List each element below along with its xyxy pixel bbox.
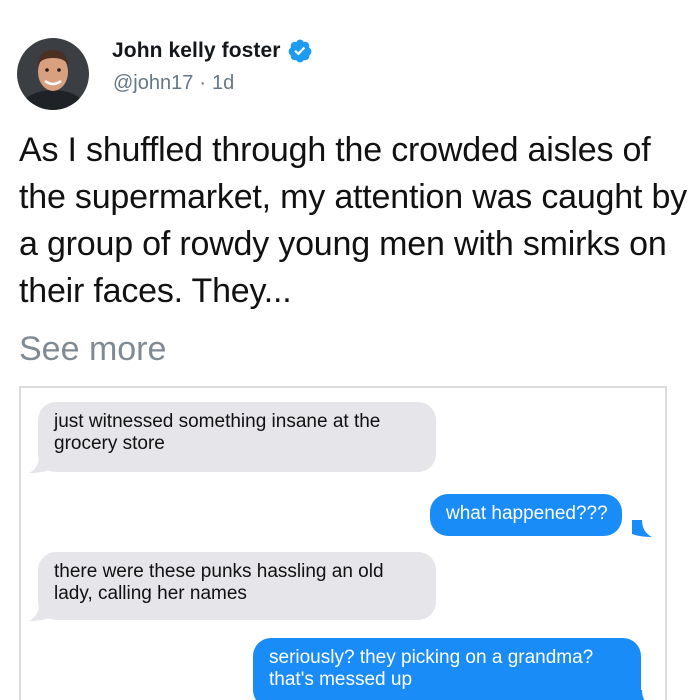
bubble-tail <box>29 456 49 473</box>
message-text: seriously? they picking on a grandma? th… <box>269 647 594 690</box>
message-bubble-incoming: just witnessed something insane at the g… <box>38 402 436 472</box>
post-time[interactable]: 1d <box>212 72 234 95</box>
message-bubble-outgoing: what happened??? <box>430 494 622 536</box>
message-text: there were these punks hassling an old l… <box>54 561 384 604</box>
embedded-chat-screenshot[interactable]: just witnessed something insane at the g… <box>19 386 667 700</box>
avatar-photo-icon <box>17 38 89 110</box>
meta-separator: · <box>199 72 207 94</box>
see-more-link[interactable]: See more <box>19 326 166 373</box>
social-post: John kelly foster @john17 · 1d As I shuf… <box>0 0 700 700</box>
bubble-tail <box>632 690 645 700</box>
bubble-tail <box>29 604 49 621</box>
author-meta: @john17 · 1d <box>113 72 234 95</box>
message-text: just witnessed something insane at the g… <box>54 411 381 454</box>
author-display-name[interactable]: John kelly foster <box>112 39 281 63</box>
verified-badge-icon <box>288 39 311 63</box>
bubble-tail <box>632 520 652 537</box>
message-bubble-outgoing: seriously? they picking on a grandma? th… <box>253 638 641 700</box>
post-text: As I shuffled through the crowded aisles… <box>19 131 687 310</box>
author-avatar[interactable] <box>17 38 89 110</box>
message-text: what happened??? <box>446 503 608 524</box>
author-name-row: John kelly foster <box>112 38 313 64</box>
message-bubble-incoming: there were these punks hassling an old l… <box>38 552 436 620</box>
author-handle[interactable]: @john17 <box>113 72 193 95</box>
